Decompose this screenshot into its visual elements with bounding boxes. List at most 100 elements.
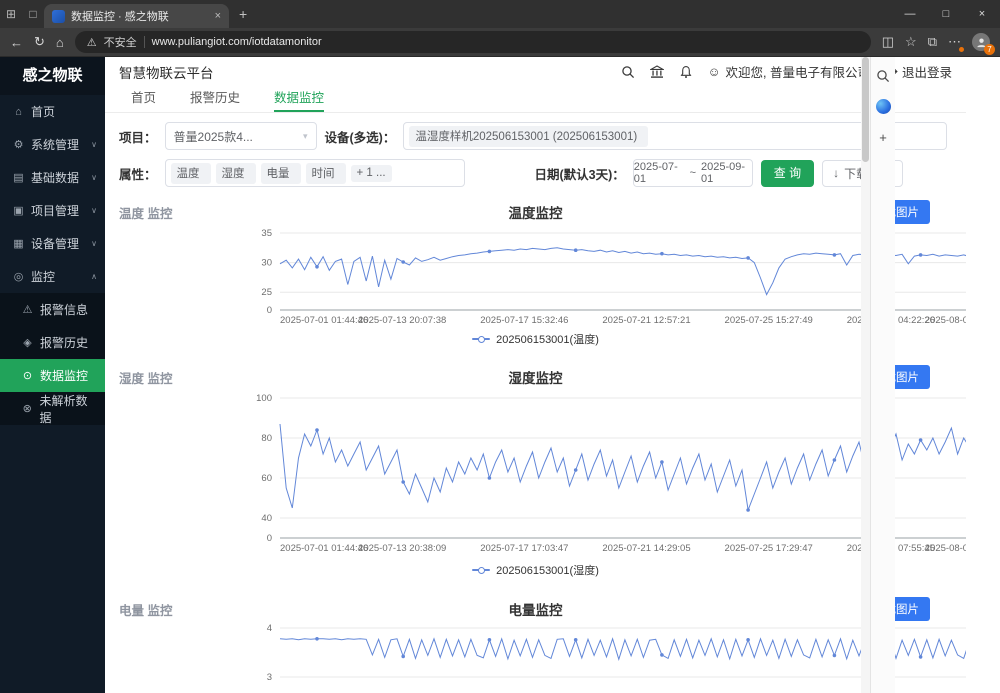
filter-row-project: 项目： 普量2025款4... ▾ 设备(多选)： 温湿度样机202506153… xyxy=(119,121,947,151)
battery-chart[interactable]: 34 xyxy=(218,620,966,693)
content-tabs: 首页 报警历史 数据监控 xyxy=(105,86,966,113)
filter-row-attrs: 属性： 温度 湿度 电量 时间 + 1 ... 日期(默认3天)： 2025-0… xyxy=(119,158,947,188)
copilot-icon[interactable] xyxy=(876,99,891,114)
chart-title: 湿度监控 xyxy=(105,367,966,387)
humidity-chart[interactable]: 40608010002025-07-01 01:44:462025-07-13 … xyxy=(218,390,966,556)
svg-text:2025-08-01 23:51:36: 2025-08-01 23:51:36 xyxy=(925,543,966,554)
profile-badge: 7 xyxy=(984,44,995,55)
browser-toolbar: ← ↻ ⌂ ⚠ 不安全 www.puliangiot.com/iotdatamo… xyxy=(0,28,1000,57)
sidebar-submenu: ⚠ 报警信息 ◈ 报警历史 ⊙ 数据监控 ⊗ 未解析数据 xyxy=(0,293,105,425)
svg-text:2025-07-21 14:29:05: 2025-07-21 14:29:05 xyxy=(602,543,690,554)
sidebar-item-monitor[interactable]: ◎ 监控 ∧ xyxy=(0,260,105,293)
workspaces-icon[interactable]: □ xyxy=(22,7,44,21)
address-bar[interactable]: ⚠ 不安全 www.puliangiot.com/iotdatamonitor xyxy=(75,31,871,53)
humidity-legend[interactable]: 202506153001(湿度) xyxy=(105,562,966,578)
search-icon[interactable] xyxy=(621,65,635,79)
temperature-legend[interactable]: 202506153001(温度) xyxy=(105,331,966,347)
collections-icon[interactable]: ⧉ xyxy=(928,34,937,50)
svg-text:4: 4 xyxy=(267,623,272,634)
scrollbar-thumb[interactable] xyxy=(862,57,869,162)
back-icon[interactable]: ← xyxy=(10,35,23,50)
svg-text:40: 40 xyxy=(261,513,272,524)
app-header: 智慧物联云平台 ☺ 欢迎您, 普量电子有限公司 退出登录 xyxy=(105,57,966,86)
svg-text:2025-07-13 20:07:38: 2025-07-13 20:07:38 xyxy=(358,315,446,326)
database-icon: ▤ xyxy=(12,171,25,184)
favorites-star-icon[interactable]: ☆ xyxy=(905,34,917,50)
svg-text:2025-07-17 17:03:47: 2025-07-17 17:03:47 xyxy=(480,543,568,554)
sidebar-item-project[interactable]: ▣ 项目管理 ∨ xyxy=(0,194,105,227)
sidebar-item-device[interactable]: ▦ 设备管理 ∨ xyxy=(0,227,105,260)
attribute-multiselect[interactable]: 温度 湿度 电量 时间 + 1 ... xyxy=(165,159,465,187)
date-range-picker[interactable]: 2025-07-01 ~ 2025-09-01 xyxy=(633,159,753,187)
attr-more-tag[interactable]: + 1 ... xyxy=(351,165,392,182)
sidebar-item-home[interactable]: ⌂ 首页 xyxy=(0,95,105,128)
battery-section-header: 电量 监控 电量监控 下载图片 xyxy=(105,597,966,621)
organization-icon[interactable] xyxy=(650,65,664,79)
svg-text:2025-08-01 20:18:12: 2025-08-01 20:18:12 xyxy=(925,315,966,326)
svg-text:2025-07-01 01:44:46: 2025-07-01 01:44:46 xyxy=(280,543,368,554)
chart-title: 电量监控 xyxy=(105,599,966,619)
project-label: 项目： xyxy=(119,127,157,146)
notification-dot xyxy=(959,47,964,52)
date-end: 2025-09-01 xyxy=(701,161,752,185)
welcome-text: 欢迎您, 普量电子有限公司 xyxy=(726,62,870,81)
project-select[interactable]: 普量2025款4... ▾ xyxy=(165,122,317,150)
tab-home[interactable]: 首页 xyxy=(131,86,156,112)
url-text: www.puliangiot.com/iotdatamonitor xyxy=(152,36,322,48)
attr-tag: 温度 xyxy=(171,163,211,184)
tab-actions-icon[interactable]: ⊞ xyxy=(0,7,22,21)
minimize-button[interactable]: — xyxy=(892,0,928,28)
home-icon[interactable]: ⌂ xyxy=(56,35,64,50)
close-button[interactable]: × xyxy=(964,0,1000,28)
chevron-down-icon: ∨ xyxy=(91,173,97,182)
page-scrollbar[interactable] xyxy=(861,57,870,693)
date-separator: ~ xyxy=(690,167,696,179)
split-screen-icon[interactable]: ◫ xyxy=(882,34,894,50)
bell-icon[interactable] xyxy=(679,65,693,79)
browser-menu-icon[interactable]: ⋯ xyxy=(948,34,961,50)
temperature-chart[interactable]: 25303502025-07-01 01:44:462025-07-13 20:… xyxy=(218,226,966,328)
svg-text:2025-07-25 17:29:47: 2025-07-25 17:29:47 xyxy=(725,543,813,554)
sidebar-search-icon[interactable] xyxy=(876,69,890,83)
attribute-label: 属性： xyxy=(119,164,157,183)
sidebar-item-system[interactable]: ⚙ 系统管理 ∨ xyxy=(0,128,105,161)
new-tab-button[interactable]: + xyxy=(239,6,247,22)
logout-text: 退出登录 xyxy=(902,62,952,81)
device-tag: 温湿度样机202506153001 (202506153001) xyxy=(409,126,648,147)
chart-title: 温度监控 xyxy=(105,202,966,222)
main-content: 智慧物联云平台 ☺ 欢迎您, 普量电子有限公司 退出登录 xyxy=(105,57,966,693)
gear-icon: ⚙ xyxy=(12,138,25,151)
tab-close-icon[interactable]: × xyxy=(215,10,221,22)
chevron-up-icon: ∧ xyxy=(91,272,97,281)
svg-text:2025-07-13 20:38:09: 2025-07-13 20:38:09 xyxy=(358,543,446,554)
device-label: 设备(多选)： xyxy=(325,127,396,146)
sidebar-item-alarm-history[interactable]: ◈ 报警历史 xyxy=(0,326,105,359)
svg-text:0: 0 xyxy=(267,305,272,316)
browser-tab[interactable]: 数据监控 · 感之物联 × xyxy=(44,4,229,28)
profile-avatar[interactable]: 7 xyxy=(972,33,990,51)
query-button[interactable]: 查 询 xyxy=(761,160,814,187)
sidebar-item-unparsed[interactable]: ⊗ 未解析数据 xyxy=(0,392,105,425)
sidebar-item-basedata[interactable]: ▤ 基础数据 ∨ xyxy=(0,161,105,194)
tab-alarm-history[interactable]: 报警历史 xyxy=(190,86,240,112)
svg-text:3: 3 xyxy=(267,672,272,683)
chevron-down-icon: ∨ xyxy=(91,239,97,248)
data-monitor-icon: ⊙ xyxy=(21,369,34,382)
chevron-down-icon: ▾ xyxy=(303,131,308,142)
temperature-section-header: 温度 监控 温度监控 下载图片 xyxy=(105,200,966,224)
sidebar-add-icon[interactable]: + xyxy=(879,130,887,145)
chevron-down-icon: ∨ xyxy=(91,206,97,215)
welcome-group: ☺ 欢迎您, 普量电子有限公司 xyxy=(708,62,870,81)
tab-data-monitor[interactable]: 数据监控 xyxy=(274,86,324,112)
devices-icon: ▦ xyxy=(12,237,25,250)
maximize-button[interactable]: □ xyxy=(928,0,964,28)
svg-text:2025-07-25 15:27:49: 2025-07-25 15:27:49 xyxy=(725,315,813,326)
refresh-icon[interactable]: ↻ xyxy=(34,34,45,50)
browser-tab-strip: ⊞ □ 数据监控 · 感之物联 × + — □ × xyxy=(0,0,1000,28)
svg-text:2025-07-21 12:57:21: 2025-07-21 12:57:21 xyxy=(602,315,690,326)
svg-text:2025-07-17 15:32:46: 2025-07-17 15:32:46 xyxy=(480,315,568,326)
sidebar-item-data-monitor[interactable]: ⊙ 数据监控 xyxy=(0,359,105,392)
security-label: 不安全 xyxy=(104,34,137,50)
logout-link[interactable]: 退出登录 xyxy=(885,62,952,81)
sidebar-item-alarm-info[interactable]: ⚠ 报警信息 xyxy=(0,293,105,326)
